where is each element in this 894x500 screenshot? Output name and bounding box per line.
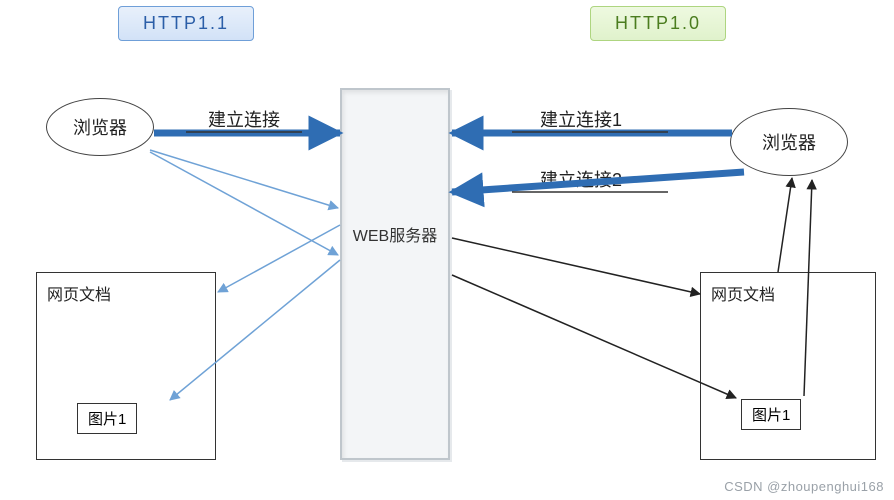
arrow-right-resp-doc <box>452 238 700 294</box>
doc-right-title: 网页文档 <box>711 281 865 305</box>
label-conn-right-1: 建立连接1 <box>540 106 622 132</box>
browser-left: 浏览器 <box>46 98 154 156</box>
arrow-right-doc-to-browser <box>778 178 792 272</box>
arrow-right-resp-img <box>452 275 736 398</box>
arrow-left-req-2 <box>150 150 338 208</box>
img-left: 图片1 <box>77 403 137 434</box>
img-right: 图片1 <box>741 399 801 430</box>
web-server: WEB服务器 <box>340 88 450 460</box>
arrow-left-resp-doc <box>218 225 340 292</box>
doc-left: 网页文档 图片1 <box>36 272 216 460</box>
web-server-label: WEB服务器 <box>342 222 448 246</box>
label-conn-right-2: 建立连接2 <box>540 166 622 192</box>
http10-badge: HTTP1.0 <box>590 6 726 41</box>
label-conn-left: 建立连接 <box>208 106 280 132</box>
doc-left-title: 网页文档 <box>47 281 205 305</box>
watermark: CSDN @zhoupenghui168 <box>724 479 884 494</box>
doc-right: 网页文档 图片1 <box>700 272 876 460</box>
arrow-left-req-3 <box>150 152 338 255</box>
http11-badge: HTTP1.1 <box>118 6 254 41</box>
browser-right: 浏览器 <box>730 108 848 176</box>
